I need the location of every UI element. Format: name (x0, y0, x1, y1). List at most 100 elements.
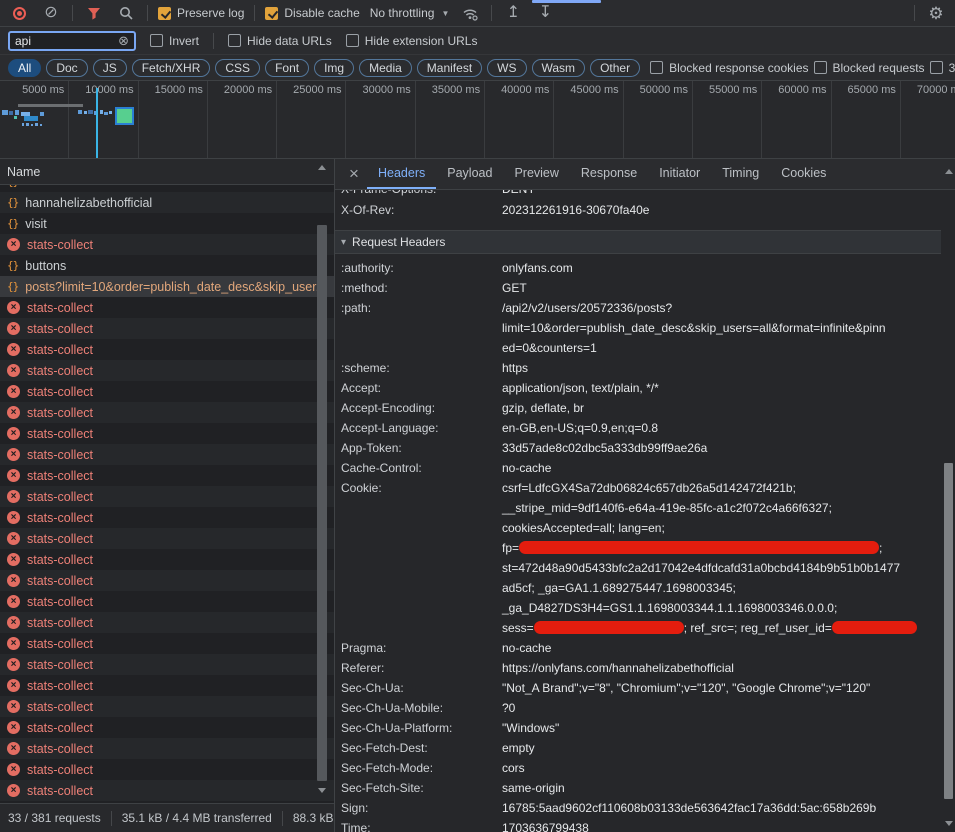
preserve-log-checkbox[interactable]: Preserve log (158, 6, 244, 20)
invert-checkbox[interactable]: Invert (150, 34, 199, 48)
type-filter-all[interactable]: All (8, 59, 41, 77)
import-har-button[interactable]: ↥ (502, 2, 524, 24)
request-name: stats-collect (27, 427, 93, 441)
request-row[interactable]: ×stats-collect (0, 675, 334, 696)
network-overview-timeline[interactable]: 5000 ms10000 ms15000 ms20000 ms25000 ms3… (0, 81, 955, 159)
section-label: Request Headers (352, 235, 445, 249)
header-name: :method: (335, 278, 502, 298)
blocked-requests-checkbox[interactable]: Blocked requests (814, 61, 925, 75)
throttling-dropdown[interactable]: No throttling ▼ (370, 6, 450, 20)
request-row[interactable]: ×stats-collect (0, 381, 334, 402)
type-filter-img[interactable]: Img (314, 59, 354, 77)
tab-headers[interactable]: Headers (367, 159, 436, 189)
scroll-up-icon[interactable] (945, 169, 953, 174)
resources-size: 88.3 kB (293, 811, 334, 825)
request-row[interactable]: ×stats-collect (0, 297, 334, 318)
request-row[interactable]: ×stats-collect (0, 549, 334, 570)
scrollbar-thumb[interactable] (317, 225, 327, 781)
request-row[interactable]: ×stats-collect (0, 612, 334, 633)
header-value: csrf=LdfcGX4Sa72db06824c657db26a5d142472… (502, 478, 941, 638)
request-row[interactable]: ×stats-collect (0, 423, 334, 444)
filter-toggle-button[interactable] (83, 2, 105, 24)
header-row: Accept:application/json, text/plain, */* (335, 378, 941, 398)
request-row[interactable]: ×stats-collect (0, 738, 334, 759)
request-name: stats-collect (27, 490, 93, 504)
clear-filter-icon[interactable]: ⊗ (118, 34, 129, 47)
tab-response[interactable]: Response (570, 159, 648, 189)
filter-input[interactable] (15, 34, 118, 48)
type-filter-ws[interactable]: WS (487, 59, 526, 77)
search-button[interactable] (115, 2, 137, 24)
header-value-line: 202312261916-30670fa40e (502, 200, 941, 220)
request-row[interactable]: ×stats-collect (0, 759, 334, 780)
clear-button[interactable]: ⊘ (40, 2, 62, 24)
request-headers-section-header[interactable]: ▾Request Headers (335, 230, 941, 254)
export-har-button[interactable]: ↧ (534, 2, 556, 24)
request-row[interactable]: ×stats-collect (0, 570, 334, 591)
request-row[interactable]: ×stats-collect (0, 360, 334, 381)
request-row[interactable]: ×stats-collect (0, 696, 334, 717)
header-value-line: 1703636799438 (502, 818, 941, 832)
type-filter-media[interactable]: Media (359, 59, 412, 77)
request-row[interactable]: {}init (0, 185, 334, 192)
type-filter-js[interactable]: JS (93, 59, 127, 77)
header-value-line: __stripe_mid=9df140f6-e64a-419e-85fc-a1c… (502, 498, 941, 518)
header-value: 202312261916-30670fa40e (502, 200, 941, 220)
hide-extension-urls-checkbox[interactable]: Hide extension URLs (346, 34, 478, 48)
request-row[interactable]: {}buttons (0, 255, 334, 276)
tab-initiator[interactable]: Initiator (648, 159, 711, 189)
json-doc-icon: {} (7, 217, 18, 230)
type-filter-wasm[interactable]: Wasm (532, 59, 586, 77)
settings-button[interactable]: ⚙ (925, 2, 947, 24)
request-row[interactable]: ×stats-collect (0, 633, 334, 654)
details-scrollbar[interactable] (943, 167, 954, 828)
request-row[interactable]: ×stats-collect (0, 591, 334, 612)
tab-payload[interactable]: Payload (436, 159, 503, 189)
request-row[interactable]: ×stats-collect (0, 339, 334, 360)
toolbar-divider (254, 5, 255, 21)
request-row[interactable]: ×stats-collect (0, 402, 334, 423)
request-list-scrollbar[interactable] (316, 163, 328, 795)
request-row-inner: ×stats-collect (7, 385, 93, 399)
blocked-response-cookies-checkbox[interactable]: Blocked response cookies (650, 61, 808, 75)
request-row[interactable]: ×stats-collect (0, 444, 334, 465)
record-button[interactable] (8, 2, 30, 24)
name-column-header[interactable]: Name (0, 159, 334, 185)
type-filter-doc[interactable]: Doc (46, 59, 87, 77)
request-row-inner: ×stats-collect (7, 343, 93, 357)
scroll-down-icon[interactable] (318, 788, 326, 793)
header-value-line: st=472d48a90d5433bfc2a2d17042e4dfdcafd31… (502, 558, 941, 578)
waterfall-minimap (0, 81, 955, 159)
network-conditions-button[interactable] (459, 2, 481, 24)
tab-preview[interactable]: Preview (503, 159, 569, 189)
request-row[interactable]: ×stats-collect (0, 528, 334, 549)
checkbox-unchecked-icon (814, 61, 827, 74)
request-row[interactable]: {}posts?limit=10&order=publish_date_desc… (0, 276, 334, 297)
hide-data-urls-checkbox[interactable]: Hide data URLs (228, 34, 332, 48)
tab-cookies[interactable]: Cookies (770, 159, 837, 189)
close-icon: × (349, 164, 359, 184)
tab-timing[interactable]: Timing (711, 159, 770, 189)
request-row[interactable]: ×stats-collect (0, 234, 334, 255)
type-filter-fetch-xhr[interactable]: Fetch/XHR (132, 59, 211, 77)
scroll-up-icon[interactable] (318, 165, 326, 170)
third-party-requests-checkbox[interactable]: 3rd-party requests (930, 61, 955, 75)
request-row[interactable]: ×stats-collect (0, 717, 334, 738)
type-filter-font[interactable]: Font (265, 59, 309, 77)
request-row[interactable]: ×stats-collect (0, 486, 334, 507)
request-row[interactable]: ×stats-collect (0, 654, 334, 675)
type-filter-manifest[interactable]: Manifest (417, 59, 482, 77)
request-row[interactable]: ×stats-collect (0, 507, 334, 528)
scroll-down-icon[interactable] (945, 821, 953, 826)
request-row[interactable]: {}visit (0, 213, 334, 234)
header-value-line: /api2/v2/users/20572336/posts? (502, 298, 941, 318)
scrollbar-thumb[interactable] (944, 463, 953, 799)
request-row[interactable]: ×stats-collect (0, 780, 334, 801)
close-details-button[interactable]: × (341, 159, 367, 189)
type-filter-css[interactable]: CSS (215, 59, 260, 77)
type-filter-other[interactable]: Other (590, 59, 640, 77)
request-row[interactable]: ×stats-collect (0, 465, 334, 486)
disable-cache-checkbox[interactable]: Disable cache (265, 6, 359, 20)
request-row[interactable]: ×stats-collect (0, 318, 334, 339)
request-row[interactable]: {}hannahelizabethofficial (0, 192, 334, 213)
